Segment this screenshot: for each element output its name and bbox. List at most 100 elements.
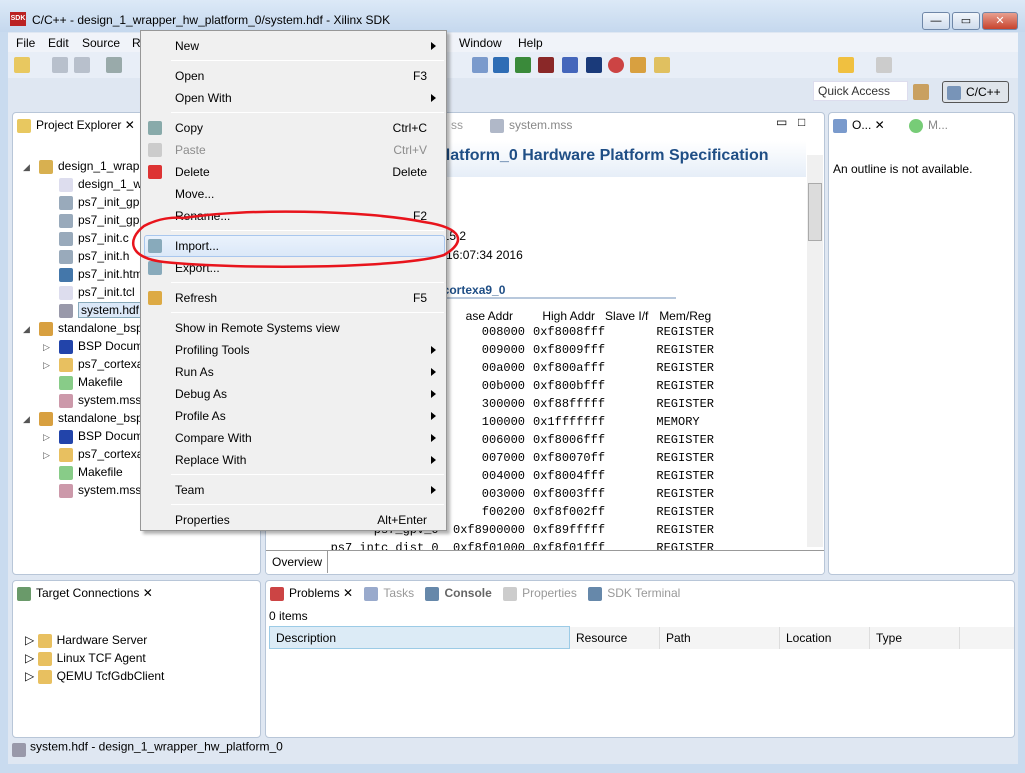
outline-tab[interactable]: O... ✕ (833, 118, 903, 133)
program-fpga-icon[interactable] (515, 57, 531, 73)
xilinx-icon[interactable] (538, 57, 554, 73)
collapse-toggle-icon[interactable]: ▷ (43, 360, 59, 371)
tree-item[interactable]: ◢ design_1_wrapp (23, 159, 146, 174)
maximize-button[interactable]: ▭ (952, 12, 980, 30)
maximize-view-icon[interactable]: □ (798, 115, 805, 129)
refresh-icon[interactable] (608, 57, 624, 73)
menu-item-open-with[interactable]: Open With (141, 87, 446, 109)
console-tab[interactable]: Console (425, 586, 492, 601)
menu-item-export[interactable]: Export... (141, 257, 446, 279)
tree-item[interactable]: ps7_init.tcl (43, 285, 135, 300)
menu-source[interactable]: Source (82, 36, 120, 50)
minimize-button[interactable]: — (922, 12, 950, 30)
menu-help[interactable]: Help (518, 36, 543, 50)
column-type[interactable]: Type (869, 626, 960, 649)
save-all-icon[interactable] (74, 57, 90, 73)
tree-item[interactable]: system.hdf (43, 302, 143, 318)
menu-edit[interactable]: Edit (48, 36, 69, 50)
vertical-scrollbar[interactable] (807, 155, 823, 547)
new-icon[interactable] (14, 57, 30, 73)
tree-item[interactable]: ps7_init_gpl (43, 195, 142, 210)
column-resource[interactable]: Resource (569, 626, 660, 649)
menu-item-copy[interactable]: Copy Ctrl+C (141, 117, 446, 139)
tree-item[interactable]: ps7_init.htm (43, 267, 143, 282)
open-folder-icon[interactable] (630, 57, 646, 73)
tree-item[interactable]: ▷ BSP Docum (43, 339, 143, 354)
open-perspective-icon[interactable] (913, 84, 929, 100)
tree-item[interactable]: system.mss (43, 393, 141, 408)
tree-item[interactable]: ps7_init.h (43, 249, 129, 264)
menu-item-open[interactable]: Open F3 (141, 65, 446, 87)
quick-access-input[interactable]: Quick Access (813, 81, 908, 101)
tree-item[interactable]: ▷ BSP Docum (43, 429, 143, 444)
tree-item[interactable]: ◢ standalone_bsp (23, 411, 143, 426)
close-icon[interactable]: ✕ (125, 118, 135, 132)
scrollbar-thumb[interactable] (808, 183, 822, 241)
back-icon[interactable] (838, 57, 854, 73)
tasks-tab[interactable]: Tasks (364, 586, 414, 601)
tree-item[interactable]: Makefile (43, 465, 123, 480)
expand-toggle-icon[interactable]: ◢ (23, 162, 39, 173)
menu-item-team[interactable]: Team (141, 479, 446, 501)
column-path[interactable]: Path (659, 626, 780, 649)
editor-tab[interactable]: ss (451, 118, 463, 132)
xmd-icon[interactable] (562, 57, 578, 73)
properties-tab[interactable]: Properties (503, 586, 577, 601)
menu-item-move[interactable]: Move... (141, 183, 446, 205)
menu-file[interactable]: File (16, 36, 35, 50)
menu-item-rename[interactable]: Rename... F2 (141, 205, 446, 227)
tree-item-linux-tcf-agent[interactable]: ▷ Linux TCF Agent (25, 649, 164, 667)
tree-item[interactable]: ▷ ps7_cortexa9 (43, 447, 150, 462)
collapse-toggle-icon[interactable]: ▷ (43, 432, 59, 443)
menu-item-run-as[interactable]: Run As (141, 361, 446, 383)
menu-item-delete[interactable]: Delete Delete (141, 161, 446, 183)
sdk-terminal-tab[interactable]: SDK Terminal (588, 586, 680, 601)
project-explorer-tab[interactable]: Project Explorer ✕ (17, 118, 135, 133)
collapse-toggle-icon[interactable]: ▷ (43, 450, 59, 461)
menu-item-compare-with[interactable]: Compare With (141, 427, 446, 449)
tree-item[interactable]: ▷ ps7_cortexa9 (43, 357, 150, 372)
target-connections-tab[interactable]: Target Connections ✕ (17, 586, 153, 601)
expand-toggle-icon[interactable]: ◢ (23, 324, 39, 335)
menu-item-replace-with[interactable]: Replace With (141, 449, 446, 471)
menu-item-show-in-remote-systems-view[interactable]: Show in Remote Systems view (141, 317, 446, 339)
slave-if-cell (605, 359, 656, 377)
console-icon[interactable] (586, 57, 602, 73)
save-icon[interactable] (52, 57, 68, 73)
menu-item-import[interactable]: Import... (141, 235, 446, 257)
menu-item-profiling-tools[interactable]: Profiling Tools (141, 339, 446, 361)
tree-item-hardware-server[interactable]: ▷ Hardware Server (25, 631, 164, 649)
overview-tab[interactable]: Overview (266, 551, 328, 573)
minimize-view-icon[interactable]: ▭ (776, 115, 787, 129)
tree-item[interactable]: ◢ standalone_bsp (23, 321, 143, 336)
column-description[interactable]: Description (269, 626, 570, 649)
tree-item[interactable]: system.mss (43, 483, 141, 498)
expand-toggle-icon[interactable]: ◢ (23, 414, 39, 425)
menu-item-refresh[interactable]: Refresh F5 (141, 287, 446, 309)
menu-item-new[interactable]: New (141, 35, 446, 57)
tree-item[interactable]: ps7_init_gpl (43, 213, 142, 228)
menu-item-paste[interactable]: Paste Ctrl+V (141, 139, 446, 161)
menu-item-properties[interactable]: Properties Alt+Enter (141, 509, 446, 531)
collapse-toggle-icon[interactable]: ▷ (43, 342, 59, 353)
refresh-icon (148, 291, 162, 305)
tree-item[interactable]: design_1_wr (43, 177, 146, 192)
menu-window[interactable]: Window (459, 36, 502, 50)
build-icon[interactable] (106, 57, 122, 73)
problems-tab[interactable]: Problems ✕ (270, 586, 353, 601)
forward-icon[interactable] (876, 57, 892, 73)
close-button[interactable]: ✕ (982, 12, 1018, 30)
tree-item-qemu[interactable]: ▷ QEMU TcfGdbClient (25, 667, 164, 685)
tree-item-label: system.mss (78, 483, 142, 497)
members-tab[interactable]: M... (909, 118, 948, 133)
editor-tab-system-mss[interactable]: system.mss (490, 118, 572, 133)
menu-item-profile-as[interactable]: Profile As (141, 405, 446, 427)
tree-item[interactable]: ps7_init.c (43, 231, 129, 246)
menu-item-debug-as[interactable]: Debug As (141, 383, 446, 405)
tree-item[interactable]: Makefile (43, 375, 123, 390)
terminal-icon[interactable] (493, 57, 509, 73)
highlight-icon[interactable] (654, 57, 670, 73)
column-location[interactable]: Location (779, 626, 870, 649)
cpp-perspective-button[interactable]: C/C++ (942, 81, 1009, 103)
debug-icon[interactable] (472, 57, 488, 73)
